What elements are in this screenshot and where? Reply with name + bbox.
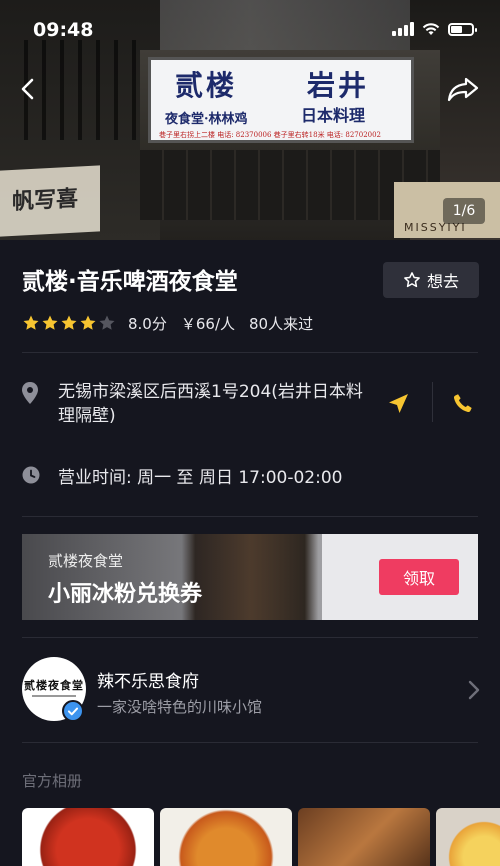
divider-vertical bbox=[432, 382, 433, 422]
visitor-count: 80人来过 bbox=[249, 314, 314, 333]
status-bar: 09:48 bbox=[0, 0, 500, 44]
star-filled-icon bbox=[80, 315, 96, 330]
business-hours: 营业时间: 周一 至 周日 17:00-02:00 bbox=[58, 468, 343, 488]
phone-icon[interactable] bbox=[452, 392, 474, 414]
location-pin-icon bbox=[22, 382, 38, 404]
coupon-title: 小丽冰粉兑换券 bbox=[48, 582, 203, 607]
photo-counter: 1/6 bbox=[443, 198, 485, 224]
navigation-arrow-icon[interactable] bbox=[386, 392, 410, 416]
wifi-icon bbox=[422, 23, 440, 35]
divider bbox=[22, 516, 478, 517]
left-sign-text: 帆写喜 bbox=[12, 185, 79, 215]
album-title: 官方相册 bbox=[22, 772, 83, 790]
shop-name: 贰楼·音乐啤酒夜食堂 bbox=[22, 269, 238, 295]
coupon-banner[interactable]: 贰楼夜食堂 小丽冰粉兑换券 领取 bbox=[22, 534, 478, 620]
sign-sub-right: 日本料理 bbox=[301, 106, 366, 125]
avatar-text: 贰楼夜食堂 bbox=[24, 679, 84, 692]
brand-name[interactable]: 辣不乐思食府 bbox=[97, 667, 199, 692]
sign-fineprint: 巷子里右拐上二楼 电话: 82370006 巷子里右转18米 电话: 82702… bbox=[159, 131, 382, 139]
want-to-go-button[interactable]: 想去 bbox=[383, 262, 479, 298]
divider bbox=[22, 637, 478, 638]
star-outline-icon bbox=[404, 272, 420, 288]
divider bbox=[22, 742, 478, 743]
coupon-subtitle: 贰楼夜食堂 bbox=[48, 552, 124, 570]
star-empty-icon bbox=[99, 315, 115, 330]
chevron-right-icon[interactable] bbox=[467, 680, 481, 700]
star-rating bbox=[22, 314, 116, 332]
rating-row: 8.0分 ￥66/人 80人来过 bbox=[22, 313, 327, 333]
storefront-sign: 贰楼 岩井 夜食堂·林林鸡 日本料理 巷子里右拐上二楼 电话: 82370006… bbox=[148, 57, 414, 143]
shop-address[interactable]: 无锡市梁溪区后西溪1号204(岩井日本料理隔壁) bbox=[58, 380, 368, 428]
star-filled-icon bbox=[61, 315, 77, 330]
divider bbox=[22, 352, 478, 353]
album-photo[interactable] bbox=[160, 808, 292, 866]
sign-main-left: 贰楼 bbox=[175, 69, 238, 102]
price-per-person: ￥66/人 bbox=[180, 314, 236, 333]
want-to-go-label: 想去 bbox=[426, 272, 459, 291]
clock-icon bbox=[22, 466, 40, 484]
claim-coupon-button[interactable]: 领取 bbox=[379, 559, 459, 595]
rating-score: 8.0分 bbox=[128, 314, 167, 333]
back-arrow-icon[interactable] bbox=[14, 74, 44, 104]
album-photo[interactable] bbox=[22, 808, 154, 866]
star-filled-icon bbox=[42, 315, 58, 330]
sign-main-right: 岩井 bbox=[307, 69, 370, 102]
album-thumbnails bbox=[22, 808, 500, 866]
verified-check-icon bbox=[62, 700, 84, 722]
star-filled-icon bbox=[23, 315, 39, 330]
sign-sub-left: 夜食堂·林林鸡 bbox=[165, 112, 248, 127]
album-photo[interactable] bbox=[436, 808, 500, 866]
battery-icon bbox=[448, 23, 477, 36]
status-time: 09:48 bbox=[33, 19, 94, 41]
share-icon[interactable] bbox=[446, 74, 480, 104]
brand-description: 一家没啥特色的川味小馆 bbox=[97, 698, 263, 716]
album-photo[interactable] bbox=[298, 808, 430, 866]
hero-left-sign: 帆写喜 bbox=[0, 165, 100, 237]
